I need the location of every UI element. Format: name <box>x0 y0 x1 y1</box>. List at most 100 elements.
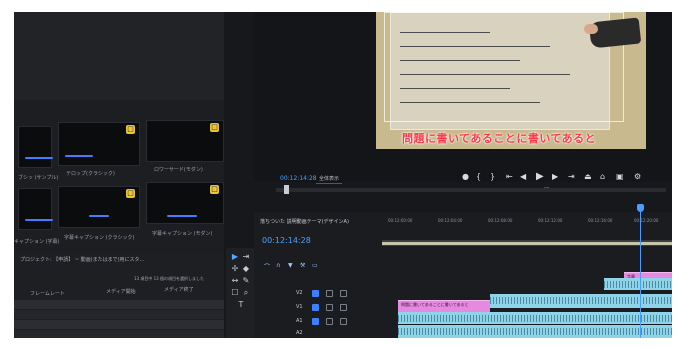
extract-icon[interactable]: ⌂ <box>600 172 605 181</box>
template-thumb[interactable]: □ <box>146 182 224 224</box>
work-area-bar[interactable] <box>382 242 672 245</box>
template-thumb[interactable] <box>18 126 53 168</box>
tools-panel: ▶ ⇥ ✢ ◆ ↔ ✎ ☐ ⌕ T <box>226 248 254 338</box>
type-tool-icon[interactable]: T <box>236 300 246 310</box>
timeline-panel: 落ちついた 説明動画テーマ(デザインA) 00:12:14:28 00:12:0… <box>254 204 672 338</box>
linked-selection-icon[interactable]: ∩ <box>276 262 280 269</box>
razor-icon[interactable]: ◆ <box>241 264 251 274</box>
ruler-tick: 00:12:00:00 <box>388 218 413 223</box>
track-target-toggle[interactable] <box>312 304 319 311</box>
track-select-icon[interactable]: ⇥ <box>241 252 251 262</box>
track-header-v1[interactable]: V1 <box>294 302 372 314</box>
speaker-hand <box>584 24 598 34</box>
play-button[interactable]: ▶ <box>536 172 544 182</box>
template-thumb[interactable]: □ <box>146 120 224 162</box>
clip-waveform <box>398 315 672 322</box>
eye-icon[interactable] <box>340 304 347 311</box>
playhead-handle[interactable] <box>637 204 644 212</box>
selection-count: 13 項目中 13 個の項目を選択しました <box>134 276 204 281</box>
add-marker-icon[interactable]: ▼ <box>288 262 293 269</box>
track-name: V2 <box>296 290 303 296</box>
audio-clip[interactable] <box>398 325 672 338</box>
step-forward-icon[interactable]: ▶ <box>552 172 558 181</box>
scrub-head[interactable] <box>284 185 289 194</box>
template-label: キャプション (字幕) <box>14 239 60 245</box>
track-header-a2[interactable]: A2 <box>294 328 372 338</box>
go-to-in-icon[interactable]: ⇤ <box>506 172 513 181</box>
solo-icon[interactable] <box>340 318 347 325</box>
video-clip[interactable] <box>604 278 672 290</box>
audio-clip[interactable] <box>490 294 672 308</box>
eye-icon[interactable] <box>340 290 347 297</box>
add-marker-icon[interactable]: ● <box>462 172 469 181</box>
playhead[interactable] <box>637 204 644 338</box>
list-item[interactable] <box>14 330 224 338</box>
lift-icon[interactable]: ⏏ <box>584 172 592 181</box>
template-thumb[interactable]: □ <box>58 122 140 166</box>
badge-icon: □ <box>210 123 219 132</box>
hand-icon[interactable]: ☐ <box>230 288 240 298</box>
project-panel: プロジェクト: 【申請】 ~ 動画(またはまで)用にスタ... 13 項目中 1… <box>14 254 224 338</box>
template-label: テロップ(クラシック) <box>66 171 115 177</box>
clip-waveform <box>604 281 672 288</box>
step-back-icon[interactable]: ◀ <box>520 172 526 181</box>
thumb-glow <box>89 215 109 217</box>
list-item[interactable] <box>14 300 224 309</box>
track-target-toggle[interactable] <box>312 318 319 325</box>
track-header-v2[interactable]: V2 <box>294 288 372 300</box>
captions-icon[interactable]: ▭ <box>312 262 318 269</box>
ruler-tick: 00:12:16:00 <box>588 218 613 223</box>
badge-icon: □ <box>210 185 219 194</box>
premiere-workspace: □ □ ブシッ (サンプル) テロップ(クラシック) ロワーサード(モダン) □… <box>14 12 672 338</box>
template-label: 字幕キャプション (クラシック) <box>64 235 135 241</box>
mark-out-icon[interactable]: } <box>490 172 495 181</box>
clip-waveform <box>398 328 672 335</box>
track-target-toggle[interactable] <box>312 290 319 297</box>
fit-dropdown[interactable]: 全体表示 <box>316 174 343 184</box>
go-to-out-icon[interactable]: ⇥ <box>568 172 575 181</box>
ruler-tick: 00:12:20:00 <box>634 218 659 223</box>
program-video-frame[interactable] <box>376 12 646 149</box>
ruler-tick: 00:12:08:00 <box>488 218 513 223</box>
column-frame-rate[interactable]: フレームレート <box>30 290 65 297</box>
lock-icon[interactable] <box>326 304 333 311</box>
settings-icon[interactable]: ⚙ <box>634 172 641 181</box>
zoom-icon[interactable]: ⌕ <box>241 288 251 298</box>
wrench-icon[interactable]: ⚒ <box>300 262 305 269</box>
timeline-timecode[interactable]: 00:12:14:28 <box>262 236 311 245</box>
clip-label: 問題に書いてあることに書いてあると <box>401 302 469 307</box>
column-media-end[interactable]: メディア終了 <box>164 286 194 293</box>
list-item[interactable] <box>14 320 224 329</box>
program-timecode[interactable]: 00:12:14:28 <box>280 175 317 182</box>
thumb-glow <box>25 157 53 159</box>
lock-icon[interactable] <box>326 290 333 297</box>
track-name: A1 <box>296 318 303 324</box>
program-monitor: 問題に書いてあることに書いてあると 00:12:14:28 全体表示 ● { }… <box>254 12 672 194</box>
export-frame-icon[interactable]: ▣ <box>616 172 624 181</box>
audio-clip[interactable] <box>398 312 672 324</box>
selection-tool-icon[interactable]: ▶ <box>230 252 240 262</box>
caption-overlay: 問題に書いてあることに書いてあると <box>402 132 597 145</box>
template-grid: □ □ ブシッ (サンプル) テロップ(クラシック) ロワーサード(モダン) □… <box>14 108 224 245</box>
column-media-start[interactable]: メディア開始 <box>106 288 136 295</box>
pen-icon[interactable]: ✎ <box>241 276 251 286</box>
slip-icon[interactable]: ↔ <box>230 276 240 286</box>
ripple-edit-icon[interactable]: ✢ <box>230 264 240 274</box>
template-label: ブシッ (サンプル) <box>18 175 59 181</box>
track-name: A2 <box>296 330 303 336</box>
caption-clip[interactable]: 問題に書いてあることに書いてあると <box>398 300 490 312</box>
list-item[interactable] <box>14 310 224 319</box>
mark-in-icon[interactable]: { <box>476 172 481 181</box>
thumb-glow <box>65 155 93 157</box>
snap-icon[interactable]: ⌒ <box>264 262 270 271</box>
mute-icon[interactable] <box>326 318 333 325</box>
template-thumb[interactable]: □ <box>58 186 140 228</box>
template-thumb[interactable] <box>18 188 53 230</box>
sequence-tab[interactable]: 落ちついた 説明動画テーマ(デザインA) <box>260 218 349 225</box>
ruler-tick: 00:12:12:00 <box>538 218 563 223</box>
track-header-a1[interactable]: A1 <box>294 316 372 328</box>
badge-icon: □ <box>126 189 135 198</box>
ruler-tick: 00:12:04:00 <box>438 218 463 223</box>
program-scrub-bar[interactable] <box>276 185 666 194</box>
time-ruler[interactable]: 00:12:00:00 00:12:04:00 00:12:08:00 00:1… <box>382 216 672 248</box>
